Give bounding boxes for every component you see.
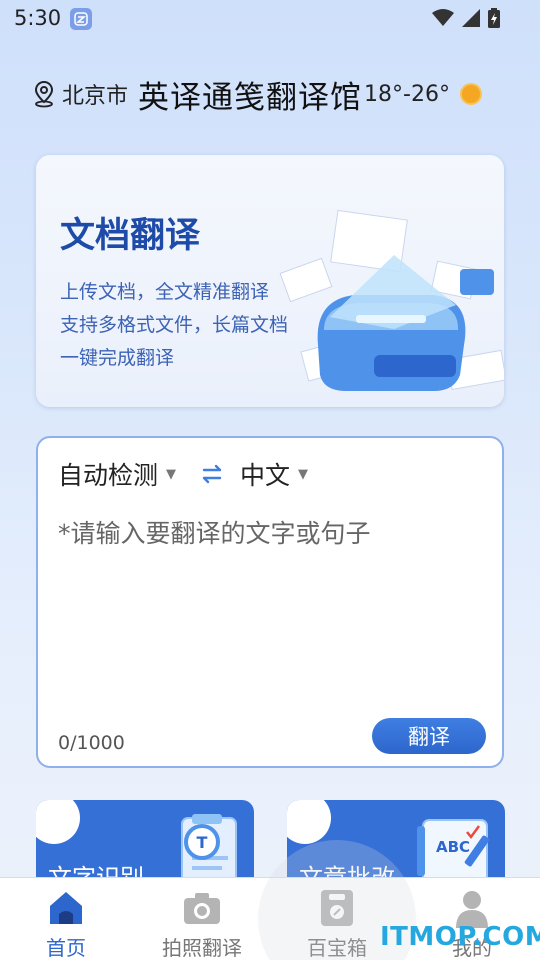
- status-icons: [432, 8, 500, 28]
- target-language-select[interactable]: 中文: [240, 456, 290, 492]
- app-title: 英译通笺翻译馆: [138, 79, 363, 116]
- translate-button[interactable]: 翻译: [372, 718, 486, 754]
- card-corner-decoration: [287, 800, 331, 844]
- document-translation-card[interactable]: 文档翻译 上传文档，全文精准翻译 支持多格式文件，长篇文档 一键完成翻译: [36, 155, 504, 407]
- app-notification-icon: [70, 8, 92, 30]
- wifi-icon: [432, 9, 454, 26]
- svg-text:T: T: [197, 833, 208, 852]
- source-language-select[interactable]: 自动检测: [58, 456, 158, 492]
- language-selector-row: 自动检测 ▼ 中文 ▼: [58, 456, 320, 492]
- signal-icon: [462, 9, 480, 27]
- camera-icon: [184, 893, 220, 924]
- card-corner-decoration: [36, 800, 80, 844]
- scanner-illustration-icon: [279, 209, 504, 391]
- essay-check-icon: ABC: [417, 819, 490, 880]
- doc-card-line: 上传文档，全文精准翻译: [60, 281, 270, 303]
- character-counter: 0/1000: [58, 732, 125, 754]
- temperature: 18°-26°: [364, 81, 450, 107]
- tab-home[interactable]: 首页: [6, 878, 126, 960]
- target-dropdown-caret-icon[interactable]: ▼: [298, 467, 308, 482]
- translation-input[interactable]: [58, 514, 478, 694]
- home-icon: [50, 892, 82, 924]
- tab-label: 首页: [46, 936, 86, 960]
- battery-icon: [488, 8, 500, 28]
- status-bar: 5:30: [0, 0, 540, 38]
- status-time: 5:30: [14, 6, 62, 30]
- tab-label: 拍照翻译: [162, 936, 242, 960]
- site-watermark: ITMOP.COM: [380, 922, 540, 952]
- translator-card: 自动检测 ▼ 中文 ▼ 0/1000 翻译: [36, 436, 504, 768]
- location-pin-icon: [34, 80, 54, 108]
- doc-card-line: 一键完成翻译: [60, 347, 175, 369]
- header: 北京市 英译通笺翻译馆 18°-26°: [32, 72, 512, 116]
- swap-languages-icon[interactable]: [198, 460, 226, 488]
- sun-icon: [459, 83, 482, 105]
- tab-photo-translate[interactable]: 拍照翻译: [142, 878, 262, 960]
- doc-card-title: 文档翻译: [60, 216, 201, 256]
- svg-text:ABC: ABC: [436, 838, 470, 856]
- text-recognition-card[interactable]: 文字识别 T: [36, 800, 254, 880]
- ocr-scan-icon: T: [181, 814, 237, 880]
- location-city[interactable]: 北京市: [62, 78, 128, 110]
- source-dropdown-caret-icon[interactable]: ▼: [166, 467, 176, 482]
- doc-card-line: 支持多格式文件，长篇文档: [60, 314, 289, 336]
